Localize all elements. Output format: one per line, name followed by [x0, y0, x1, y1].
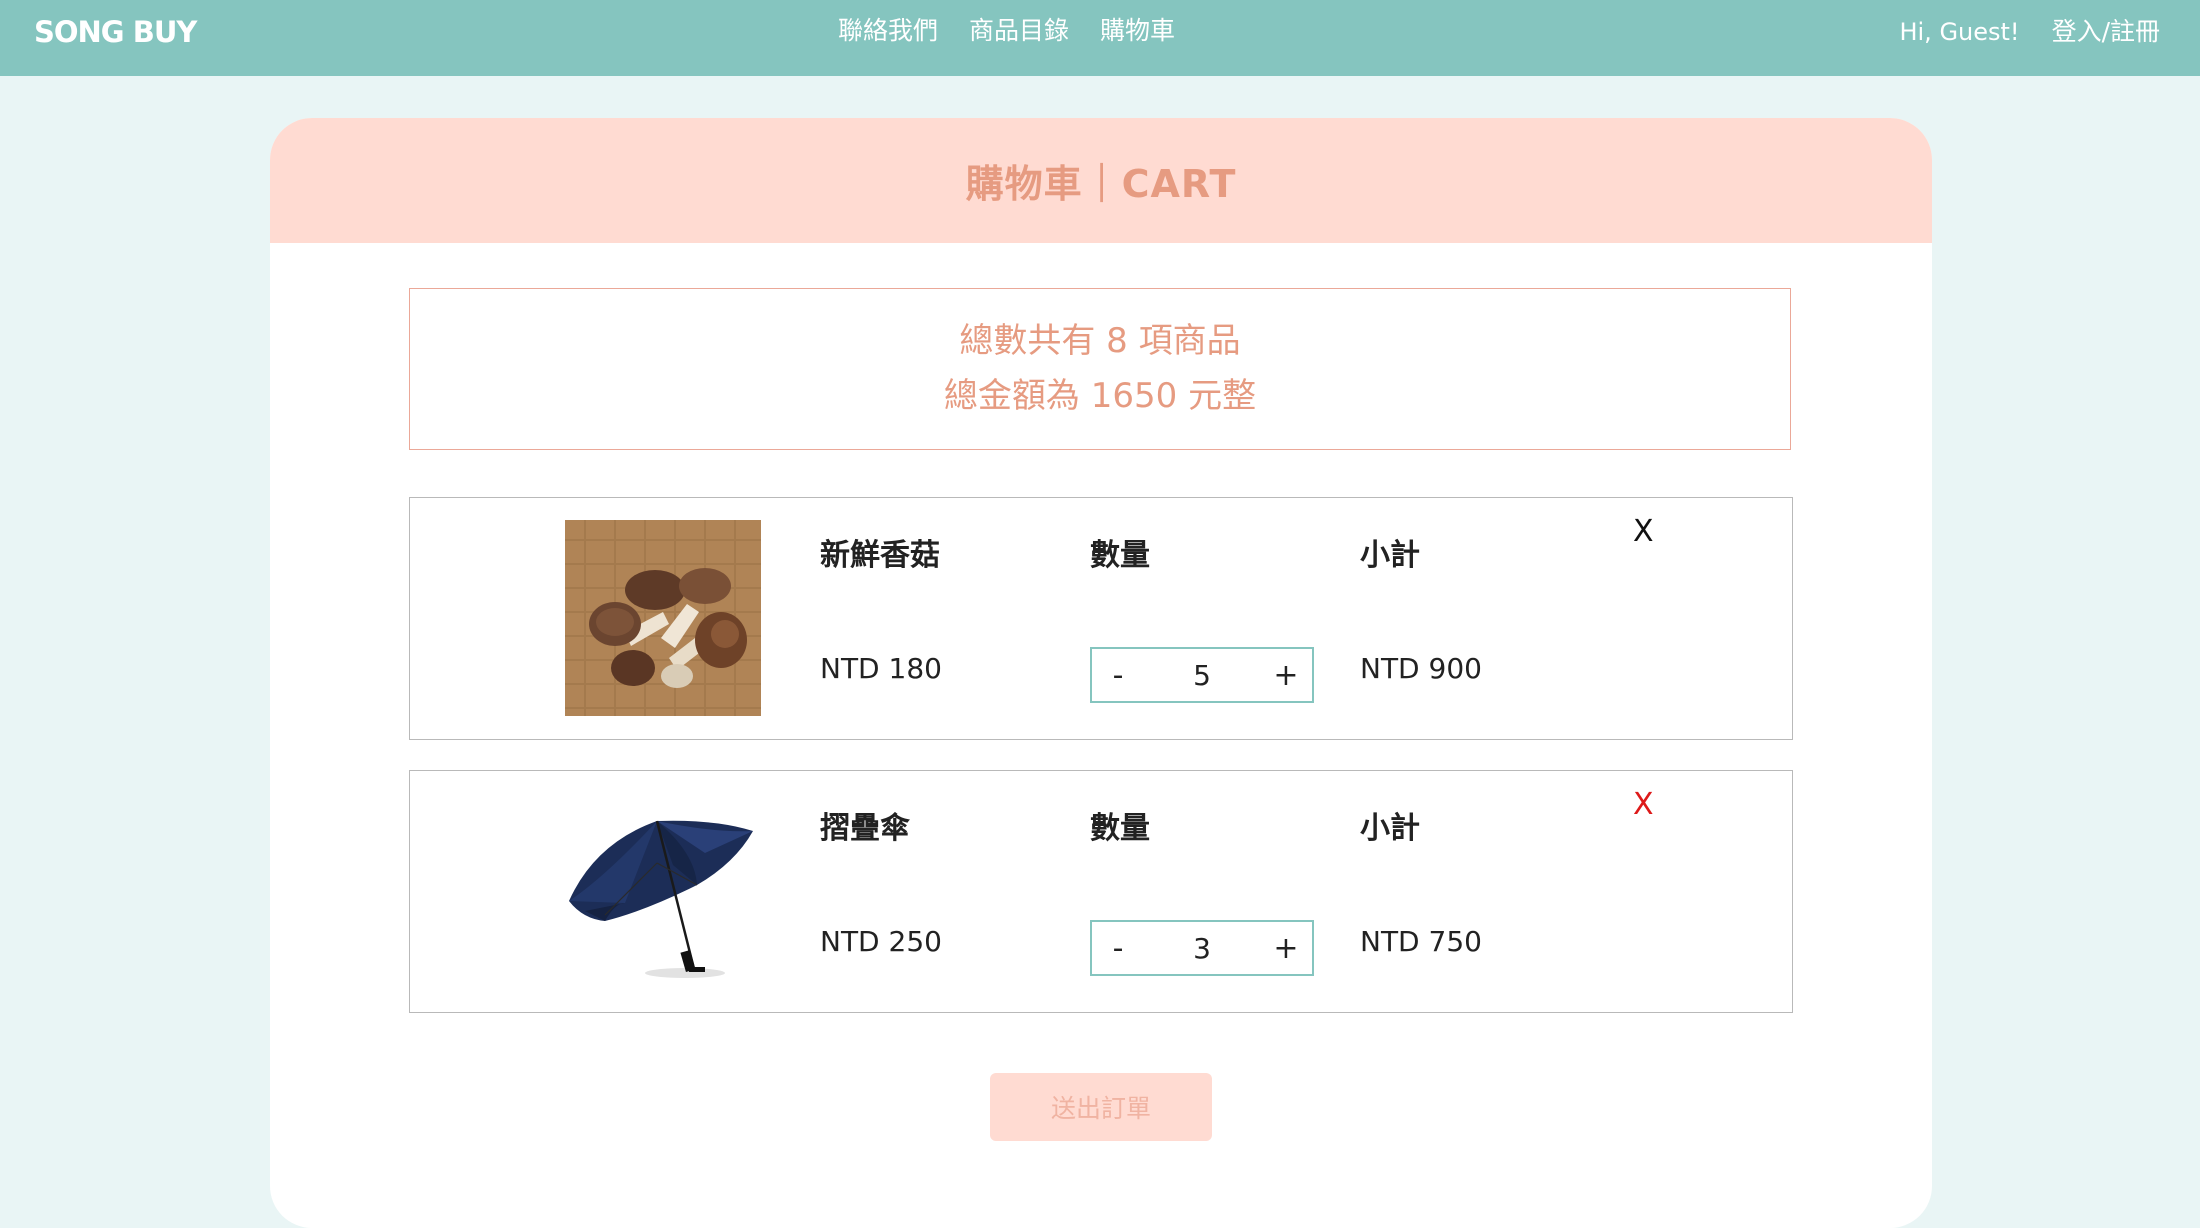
summary-total-amount: 總金額為 1650 元整 [943, 376, 1257, 416]
summary-item-count: 總數共有 8 項商品 [959, 321, 1241, 361]
quantity-value[interactable]: 3 [1144, 932, 1260, 965]
nav-links: 聯絡我們 商品目錄 購物車 [838, 0, 1206, 62]
quantity-value[interactable]: 5 [1144, 659, 1260, 692]
item-subtotal: NTD 900 [1360, 652, 1482, 685]
remove-item-button[interactable]: X [1633, 514, 1654, 549]
quantity-label: 數量 [1090, 811, 1150, 846]
subtotal-label: 小計 [1360, 538, 1420, 573]
item-subtotal: NTD 750 [1360, 925, 1482, 958]
cart-card: 購物車｜CART 總數共有 8 項商品 總金額為 1650 元整 新鮮香菇 NT… [270, 118, 1932, 1228]
product-name: 摺疊傘 [820, 811, 910, 846]
top-nav: SONG BUY 聯絡我們 商品目錄 購物車 Hi, Guest! 登入/註冊 [0, 0, 2200, 76]
nav-user-area: Hi, Guest! 登入/註冊 [1899, 0, 2160, 64]
product-name: 新鮮香菇 [820, 538, 940, 573]
cart-item: 摺疊傘 NTD 250 數量 - 3 + 小計 NTD 750 X [409, 770, 1793, 1013]
login-register-link[interactable]: 登入/註冊 [2052, 0, 2160, 64]
page-title: 購物車｜CART [965, 162, 1237, 206]
product-price: NTD 250 [820, 925, 942, 958]
cart-summary: 總數共有 8 項商品 總金額為 1650 元整 [409, 288, 1791, 450]
product-image-mushroom [565, 520, 761, 716]
decrease-quantity-button[interactable]: - [1092, 922, 1144, 974]
increase-quantity-button[interactable]: + [1260, 649, 1312, 701]
subtotal-label: 小計 [1360, 811, 1420, 846]
cart-item: 新鮮香菇 NTD 180 數量 - 5 + 小計 NTD 900 X [409, 497, 1793, 740]
user-greeting: Hi, Guest! [1899, 18, 2020, 46]
remove-item-button[interactable]: X [1633, 787, 1654, 822]
quantity-label: 數量 [1090, 538, 1150, 573]
nav-link-contact[interactable]: 聯絡我們 [838, 0, 938, 62]
nav-link-catalog[interactable]: 商品目錄 [969, 0, 1069, 62]
brand-logo[interactable]: SONG BUY [34, 0, 197, 64]
quantity-stepper: - 3 + [1090, 920, 1314, 976]
product-image-umbrella [565, 793, 761, 989]
decrease-quantity-button[interactable]: - [1092, 649, 1144, 701]
submit-order-button[interactable]: 送出訂單 [990, 1073, 1212, 1141]
nav-link-cart[interactable]: 購物車 [1100, 0, 1175, 62]
increase-quantity-button[interactable]: + [1260, 922, 1312, 974]
cart-header: 購物車｜CART [270, 118, 1932, 243]
quantity-stepper: - 5 + [1090, 647, 1314, 703]
product-price: NTD 180 [820, 652, 942, 685]
